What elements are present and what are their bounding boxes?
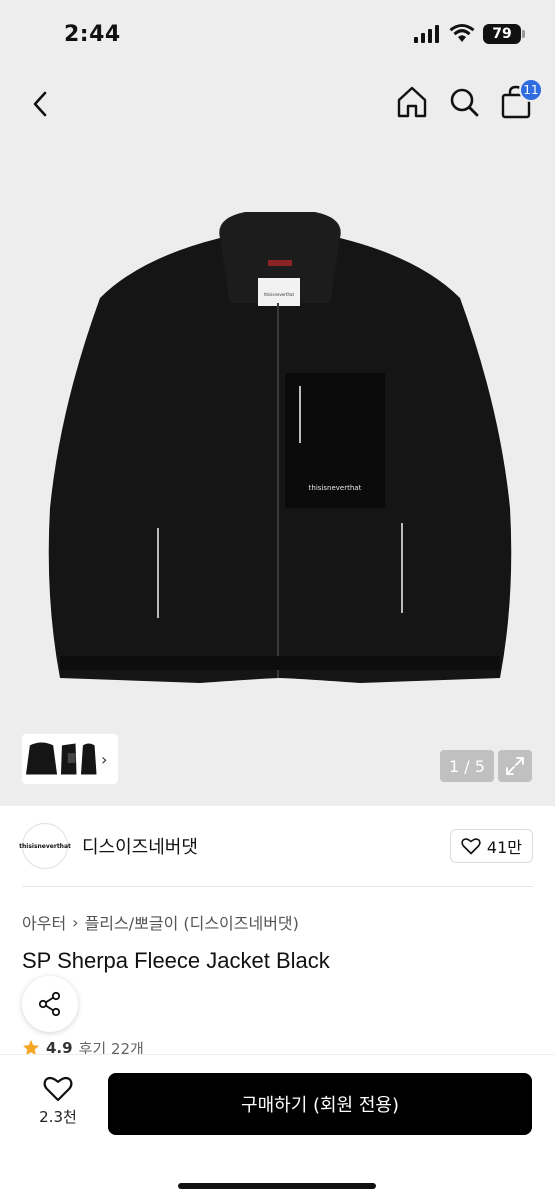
thumbnail-jacket-back (80, 743, 97, 775)
battery-indicator: 79 (483, 24, 525, 44)
signal-icon (414, 25, 439, 43)
pocket-print: thisisneverthat (309, 484, 362, 492)
divider (22, 886, 533, 887)
brand-like-button[interactable]: 41만 (449, 829, 533, 863)
search-button[interactable] (447, 84, 481, 120)
brand-row: thisisneverthat 디스이즈네버댓 41만 (19, 822, 533, 870)
breadcrumb: 아우터 › 플리스/뽀글이 (디스이즈네버댓) (22, 910, 299, 934)
brand-like-count: 41만 (486, 838, 522, 857)
neck-tag-red (268, 260, 292, 266)
chevron-left-icon (33, 91, 47, 117)
cart-count-badge: 11 (519, 78, 543, 102)
share-button[interactable] (22, 976, 78, 1032)
wifi-icon (449, 24, 475, 42)
heart-icon (43, 1076, 73, 1102)
status-time: 2:44 (64, 22, 121, 47)
expand-icon (506, 757, 524, 775)
home-button[interactable] (395, 84, 429, 120)
product-hero: 2:44 79 11 thisisneverthat thisisneverth… (0, 0, 555, 806)
buy-button[interactable]: 구매하기 (회원 전용) (108, 1073, 532, 1135)
search-icon (450, 88, 479, 117)
brand-name[interactable]: 디스이즈네버댓 (82, 833, 198, 859)
home-indicator (178, 1183, 376, 1189)
image-pager: 1 / 5 (440, 750, 494, 782)
status-icons: 79 (413, 24, 525, 44)
bottom-action-bar: 2.3천 구매하기 (회원 전용) (0, 1054, 555, 1200)
breadcrumb-separator: › (72, 912, 79, 932)
home-icon (397, 86, 427, 118)
brand-logo-text: thisisneverthat (19, 842, 71, 850)
brand-logo[interactable]: thisisneverthat (19, 823, 71, 869)
cart-button[interactable]: 11 (499, 78, 543, 120)
thumbnail-images (25, 737, 97, 781)
thumbnail-jacket-front (25, 742, 58, 775)
thumbnail-jacket-side (61, 743, 77, 775)
share-icon (38, 991, 61, 1017)
breadcrumb-subcategory[interactable]: 플리스/뽀글이 (디스이즈네버댓) (85, 910, 299, 934)
product-title: SP Sherpa Fleece Jacket Black (22, 948, 330, 973)
product-image[interactable]: thisisneverthat thisisneverthat (30, 208, 530, 708)
thumbnail-next-icon[interactable]: › (101, 750, 107, 769)
header-actions: 11 (395, 78, 543, 120)
neck-label-text: thisisneverthat (264, 292, 295, 297)
expand-image-button[interactable] (498, 750, 532, 782)
thumbnail-strip[interactable]: › (22, 734, 118, 784)
wishlist-count: 2.3천 (39, 1108, 77, 1126)
breadcrumb-category[interactable]: 아우터 (22, 910, 66, 934)
wishlist-button[interactable]: 2.3천 (30, 1075, 86, 1137)
heart-icon (461, 838, 481, 855)
back-button[interactable] (24, 86, 58, 122)
